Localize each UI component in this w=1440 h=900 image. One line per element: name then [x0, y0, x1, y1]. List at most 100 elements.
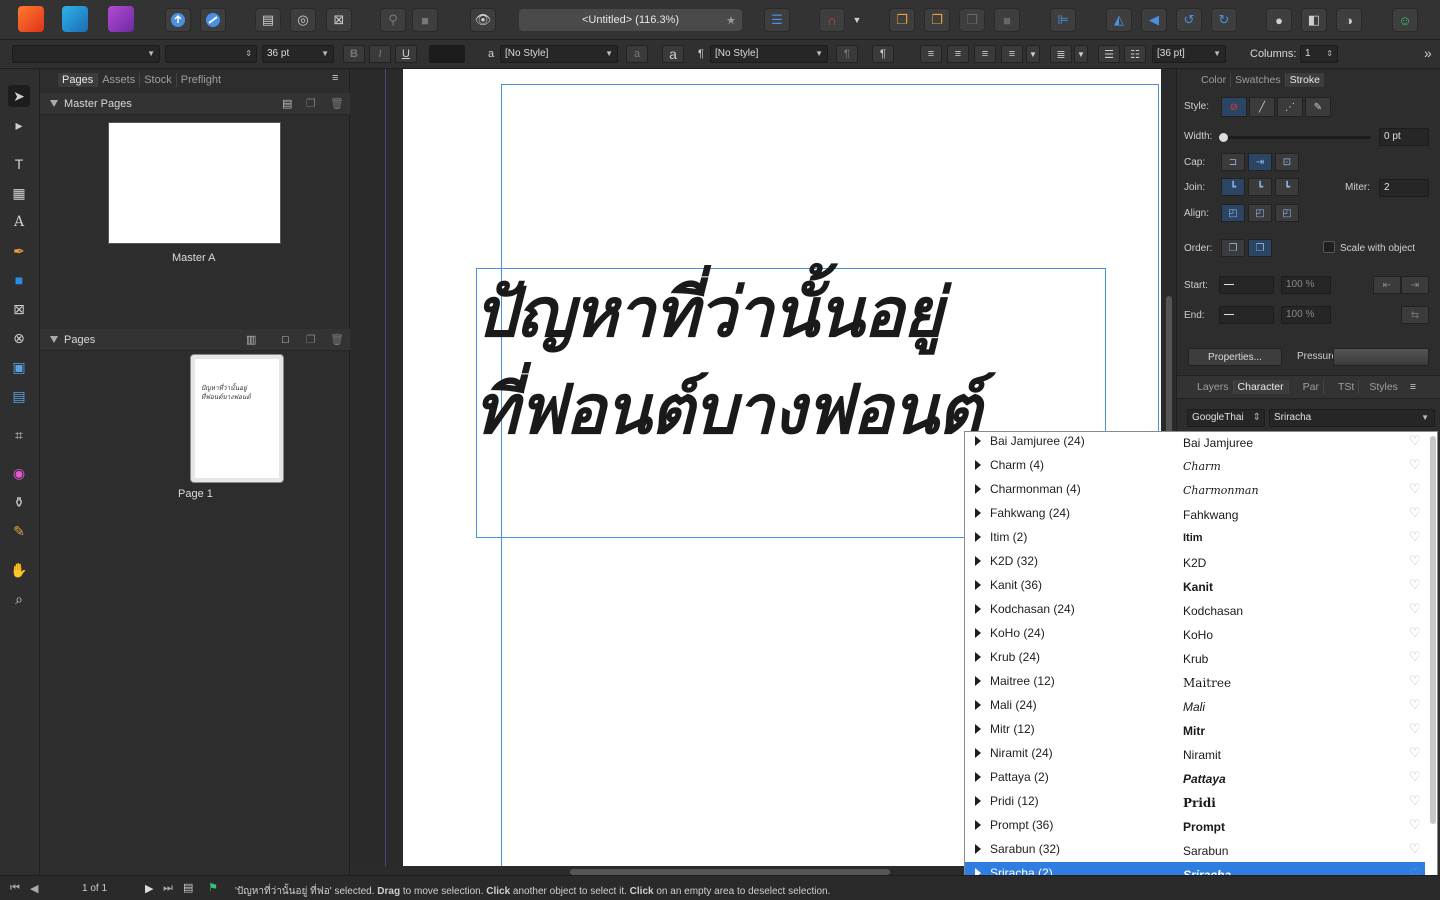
flip-vertical-icon[interactable]: ◀: [1141, 8, 1167, 32]
expand-arrow-icon[interactable]: [975, 460, 981, 470]
underline-button[interactable]: U: [395, 45, 417, 63]
favorite-heart-icon[interactable]: ♡: [1409, 553, 1421, 569]
document-title-tab[interactable]: <Untitled> (116.3%) ★: [519, 9, 742, 31]
align-center-stroke-icon[interactable]: ◰: [1221, 204, 1245, 222]
expand-arrow-icon[interactable]: [975, 700, 981, 710]
place-image-tool-icon[interactable]: ▣: [8, 356, 30, 378]
char-style-options-icon[interactable]: a: [626, 45, 648, 63]
master-pages-header[interactable]: Master Pages ▤ ❐ 🗑: [40, 93, 350, 115]
favorite-heart-icon[interactable]: ♡: [1409, 673, 1421, 689]
expand-arrow-icon[interactable]: [975, 748, 981, 758]
favorite-heart-icon[interactable]: ♡: [1409, 745, 1421, 761]
flip-horizontal-icon[interactable]: ◭: [1106, 8, 1132, 32]
end-scale-field[interactable]: 100 %: [1281, 306, 1331, 324]
favorite-heart-icon[interactable]: ♡: [1409, 433, 1421, 449]
favorite-heart-icon[interactable]: ♡: [1409, 625, 1421, 641]
arrowhead-position-icon[interactable]: ⇤: [1373, 276, 1401, 294]
arrowhead-link-icon[interactable]: ⇆: [1401, 306, 1429, 324]
width-field[interactable]: 0 pt: [1379, 128, 1429, 146]
table-tool-icon[interactable]: ▦: [8, 182, 30, 204]
font-list-item[interactable]: Kanit (36) Kanit ♡: [965, 574, 1425, 598]
cap-square-icon[interactable]: ⊡: [1275, 153, 1299, 171]
photo-persona-icon[interactable]: [62, 6, 88, 32]
expand-arrow-icon[interactable]: [975, 556, 981, 566]
font-list-item[interactable]: Prompt (36) Prompt ♡: [965, 814, 1425, 838]
page-panel-icon[interactable]: ▤: [183, 881, 193, 894]
expand-arrow-icon[interactable]: [975, 820, 981, 830]
font-list-item[interactable]: Mitr (12) Mitr ♡: [965, 718, 1425, 742]
arrange-front-icon[interactable]: ❐: [889, 8, 915, 32]
boolean-add-icon[interactable]: ●: [1266, 8, 1292, 32]
order-front-icon[interactable]: ❐: [1248, 239, 1272, 257]
font-list-item[interactable]: Pridi (12) Pridi ♡: [965, 790, 1425, 814]
tab-layers[interactable]: Layers: [1193, 380, 1234, 394]
tab-color[interactable]: Color: [1197, 73, 1232, 87]
tab-stock[interactable]: Stock: [140, 73, 177, 87]
miter-field[interactable]: 2: [1379, 179, 1429, 197]
eyedropper-tool-icon[interactable]: ✎: [8, 520, 30, 542]
tab-pages[interactable]: Pages: [58, 73, 99, 87]
char-style-icon[interactable]: a: [480, 45, 502, 63]
tab-styles[interactable]: Styles: [1365, 380, 1402, 394]
last-page-icon[interactable]: ⏭: [163, 882, 173, 895]
node-tool-icon[interactable]: ▸: [8, 114, 30, 136]
frame-text-tool-icon[interactable]: T: [8, 153, 30, 175]
text-color-swatch[interactable]: [429, 45, 465, 63]
favorite-heart-icon[interactable]: ♡: [1409, 481, 1421, 497]
duplicate-master-icon[interactable]: ❐: [306, 93, 316, 115]
move-tool-icon[interactable]: ➤: [8, 85, 30, 107]
pin-icon[interactable]: ⚲: [380, 8, 406, 32]
para-style-icon[interactable]: ¶: [690, 45, 712, 63]
font-size-field[interactable]: 36 pt ▼: [262, 45, 334, 63]
tab-stroke[interactable]: Stroke: [1285, 73, 1324, 87]
font-list-item[interactable]: Niramit (24) Niramit ♡: [965, 742, 1425, 766]
tab-paragraph[interactable]: Par: [1299, 380, 1324, 394]
preflight-icon[interactable]: 👁: [470, 8, 496, 32]
delete-master-icon[interactable]: 🗑: [330, 93, 344, 115]
align-center-icon[interactable]: ≡: [947, 45, 969, 63]
designer-persona-icon[interactable]: [18, 6, 44, 32]
font-list-item[interactable]: Bai Jamjuree (24) Bai Jamjuree ♡: [965, 432, 1425, 454]
para-style-options-icon[interactable]: ¶: [836, 45, 858, 63]
bleed-mode-icon[interactable]: ⊠: [326, 8, 352, 32]
share-icon[interactable]: [165, 8, 191, 32]
font-list-item[interactable]: Charmonman (4) Charmonman ♡: [965, 478, 1425, 502]
view-mode-icon[interactable]: ▤: [255, 8, 281, 32]
vertical-align-icon[interactable]: ≣: [1050, 45, 1072, 63]
favorite-heart-icon[interactable]: ♡: [1409, 841, 1421, 857]
arrange-forward-icon[interactable]: ❐: [924, 8, 950, 32]
zoom-tool-icon[interactable]: ⌕: [8, 588, 30, 610]
rotate-left-icon[interactable]: ↺: [1176, 8, 1202, 32]
expand-arrow-icon[interactable]: [975, 484, 981, 494]
arrange-back-icon[interactable]: ■: [994, 8, 1020, 32]
add-master-icon[interactable]: ▤: [282, 93, 292, 115]
font-name-field[interactable]: Sriracha ▼: [1269, 409, 1435, 427]
font-collection-select[interactable]: GoogleThai ⇕: [1187, 409, 1265, 427]
font-style-field[interactable]: ⇕: [165, 45, 257, 63]
bold-button[interactable]: B: [343, 45, 365, 63]
character-style-select[interactable]: [No Style] ▼: [500, 45, 618, 63]
font-list-item[interactable]: KoHo (24) KoHo ♡: [965, 622, 1425, 646]
tab-text-styles[interactable]: TSt: [1334, 380, 1360, 394]
vertical-align-dropdown-icon[interactable]: ▼: [1074, 45, 1088, 63]
duplicate-page-icon[interactable]: ❐: [306, 329, 316, 351]
expand-arrow-icon[interactable]: [975, 652, 981, 662]
pressure-graph[interactable]: [1333, 348, 1429, 366]
picture-frame-tool-icon[interactable]: ⊠: [8, 298, 30, 320]
width-slider[interactable]: [1219, 133, 1371, 142]
favorite-heart-icon[interactable]: ♡: [1409, 577, 1421, 593]
page-options-icon[interactable]: ▥: [246, 329, 256, 351]
canvas-text-line-2[interactable]: ที่ฟอนต์บางฟอนต์: [474, 355, 982, 463]
canvas-text-line-1[interactable]: ปัญหาที่ว่านั้นอยู่: [474, 258, 943, 366]
font-list-item[interactable]: Charm (4) Charm ♡: [965, 454, 1425, 478]
cap-round-icon[interactable]: ⇥: [1248, 153, 1272, 171]
join-round-icon[interactable]: ┗: [1248, 178, 1272, 196]
favorite-heart-icon[interactable]: ♡: [1409, 817, 1421, 833]
master-a-thumbnail[interactable]: [108, 122, 281, 244]
expand-arrow-icon[interactable]: [975, 724, 981, 734]
character-panel-menu-icon[interactable]: ≡: [1410, 381, 1416, 393]
font-list-item[interactable]: Maitree (12) Maitree ♡: [965, 670, 1425, 694]
favorite-heart-icon[interactable]: ♡: [1409, 769, 1421, 785]
rectangle-tool-icon[interactable]: ■: [8, 269, 30, 291]
page-1-thumbnail[interactable]: ปัญหาที่ว่านั้นอยู่ ที่ฟอนต์บางฟอนต์: [190, 354, 284, 483]
